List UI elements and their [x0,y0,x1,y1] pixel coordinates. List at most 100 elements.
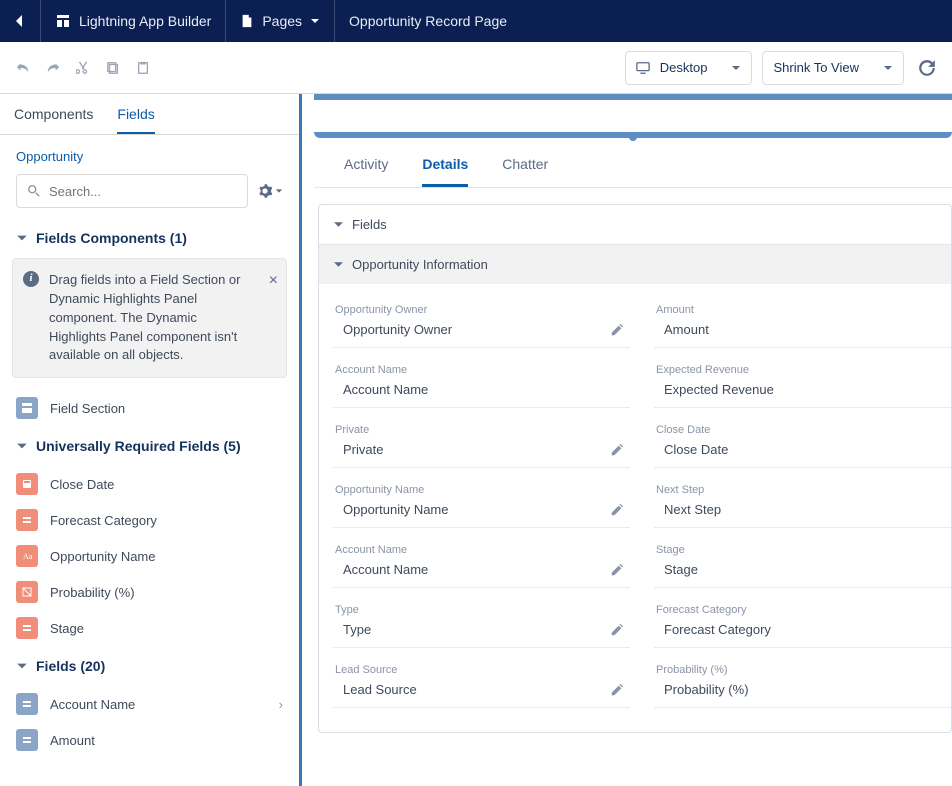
field-value: Amount [664,322,945,337]
required-field-item[interactable]: Close Date [0,466,299,502]
field-value: Stage [664,562,945,577]
back-arrow-icon [12,13,28,29]
page-title-cell: Opportunity Record Page [335,0,521,42]
tab-chatter[interactable]: Chatter [502,156,548,187]
required-field-item[interactable]: Stage [0,610,299,646]
section-fields-components[interactable]: Fields Components (1) [0,218,299,258]
field-label: Stage [654,544,951,556]
field-label: Opportunity Name [50,549,156,564]
field-item[interactable]: Account Name› [0,686,299,722]
record-field[interactable]: PrivatePrivate [333,418,630,478]
cut-icon[interactable] [76,61,90,75]
tab-details[interactable]: Details [422,156,468,187]
record-field[interactable]: Probability (%)Probability (%) [654,658,951,718]
field-value: Forecast Category [664,622,945,637]
field-item[interactable]: Amount [0,722,299,758]
device-select[interactable]: Desktop [625,51,753,85]
info-message: i Drag fields into a Field Section or Dy… [12,258,287,378]
component-label: Field Section [50,401,125,416]
record-field[interactable]: Next StepNext Step [654,478,951,538]
section-title: Universally Required Fields (5) [36,438,241,454]
section-required-fields[interactable]: Universally Required Fields (5) [0,426,299,466]
component-field-section[interactable]: Field Section [0,390,299,426]
back-button[interactable] [0,0,41,42]
chevron-down-icon [310,16,320,26]
search-icon [27,184,41,198]
opportunity-info-header[interactable]: Opportunity Information [319,244,951,284]
field-value: Account Name [343,382,624,397]
section-fields[interactable]: Fields (20) [0,646,299,686]
page-title: Opportunity Record Page [349,13,507,29]
tab-components[interactable]: Components [14,106,93,134]
selected-component-outline[interactable] [314,94,952,138]
zoom-select[interactable]: Shrink To View [762,51,904,85]
fields-header-label: Fields [352,217,387,232]
edit-icon[interactable] [610,683,624,697]
field-value: Lead Source [343,682,602,697]
chevron-right-icon: › [279,697,283,712]
object-crumb[interactable]: Opportunity [0,135,299,174]
field-value: Close Date [664,442,945,457]
info-text: Drag fields into a Field Section or Dyna… [49,272,240,362]
copy-icon[interactable] [106,61,120,75]
record-field[interactable]: Account NameAccount Name [333,358,630,418]
field-value: Type [343,622,602,637]
chevron-down-icon [333,219,344,230]
field-label: Forecast Category [50,513,157,528]
required-field-item[interactable]: AaOpportunity Name [0,538,299,574]
field-label: Type [333,604,630,616]
chevron-down-icon [16,232,28,244]
tab-activity[interactable]: Activity [344,156,388,187]
edit-icon[interactable] [610,323,624,337]
search-input[interactable] [49,184,237,199]
app-name: Lightning App Builder [79,13,211,29]
field-label: Amount [654,304,951,316]
field-value: Expected Revenue [664,382,945,397]
record-field[interactable]: Amount Amount [654,298,951,358]
record-field[interactable]: Opportunity NameOpportunity Name [333,478,630,538]
field-label: Forecast Category [654,604,951,616]
edit-icon[interactable] [610,623,624,637]
record-field[interactable]: Account NameAccount Name [333,538,630,598]
field-value: Opportunity Owner [343,322,602,337]
caret-down-icon [731,63,741,73]
field-type-icon [16,509,38,531]
field-label: Amount [50,733,95,748]
record-field[interactable]: Opportunity OwnerOpportunity Owner [333,298,630,358]
redo-icon[interactable] [46,61,60,75]
required-field-item[interactable]: Probability (%) [0,574,299,610]
pages-menu[interactable]: Pages [226,0,335,42]
chevron-down-icon [16,440,28,452]
field-type-icon [16,473,38,495]
caret-down-icon [883,63,893,73]
tab-fields[interactable]: Fields [117,106,154,134]
panel-settings[interactable] [258,184,283,198]
close-icon[interactable]: × [269,269,278,292]
info-icon: i [23,271,39,287]
edit-icon[interactable] [610,443,624,457]
chevron-down-icon [16,660,28,672]
oi-header-label: Opportunity Information [352,257,488,272]
search-box[interactable] [16,174,248,208]
record-field[interactable]: Lead SourceLead Source [333,658,630,718]
section-icon [16,397,38,419]
caret-down-icon [275,187,283,195]
record-field[interactable]: Expected RevenueExpected Revenue [654,358,951,418]
device-label: Desktop [660,60,708,75]
refresh-icon[interactable] [918,59,936,77]
field-label: Stage [50,621,84,636]
section-title: Fields (20) [36,658,105,674]
record-field[interactable]: Type Type [333,598,630,658]
fields-header[interactable]: Fields [319,205,951,244]
paste-icon[interactable] [136,61,150,75]
field-label: Close Date [50,477,114,492]
record-field[interactable]: Stage Stage [654,538,951,598]
required-field-item[interactable]: Forecast Category [0,502,299,538]
undo-icon[interactable] [16,61,30,75]
edit-icon[interactable] [610,503,624,517]
edit-icon[interactable] [610,563,624,577]
page-icon [240,14,254,28]
record-tabs: Activity Details Chatter [314,146,952,188]
record-field[interactable]: Close DateClose Date [654,418,951,478]
record-field[interactable]: Forecast Category Forecast Category [654,598,951,658]
